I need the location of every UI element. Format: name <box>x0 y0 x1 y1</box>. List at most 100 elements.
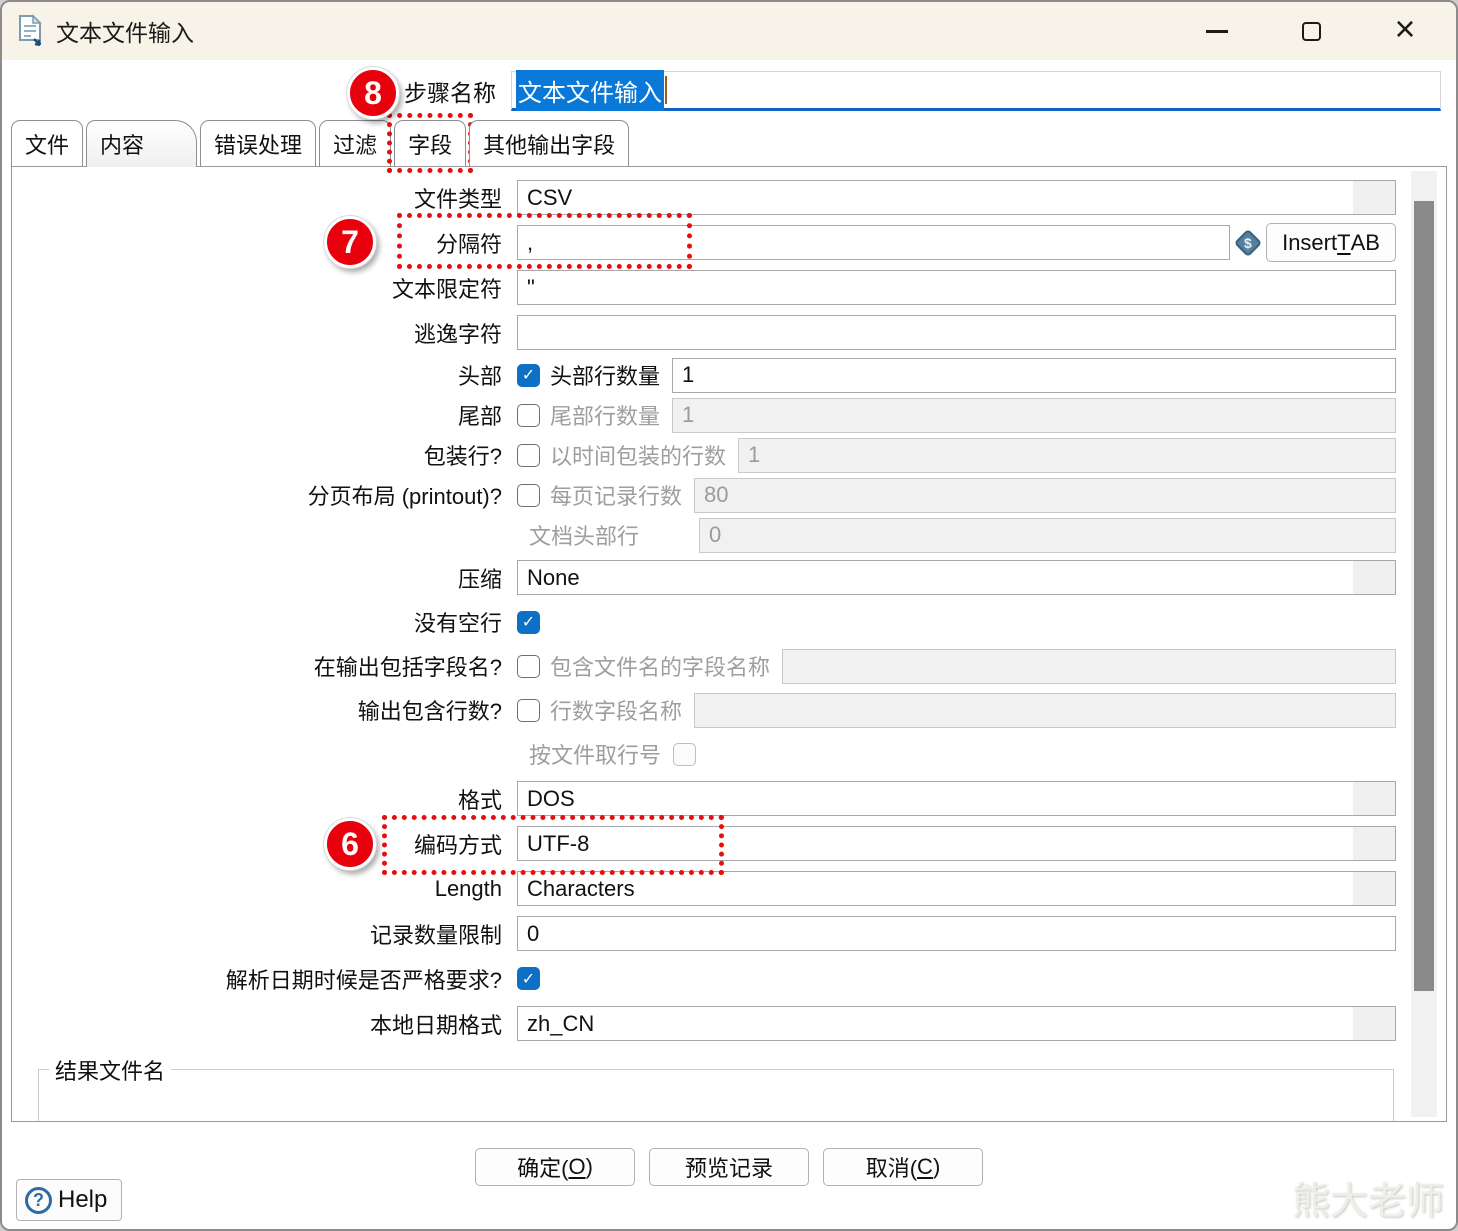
result-filename-label: 结果文件名 <box>49 1054 172 1086</box>
date-locale-label: 本地日期格式 <box>369 1012 502 1038</box>
row-row-limit: 记录数量限制 0 <box>12 911 1446 956</box>
row-rownum-by-file: 按文件取行号 <box>12 732 1446 776</box>
row-format: 格式 DOS <box>12 776 1446 821</box>
title-bar: 文本文件输入 × <box>2 2 1456 60</box>
vertical-scrollbar[interactable] <box>1411 171 1437 1117</box>
row-doc-header: 文档头部行 0 <box>12 515 1446 555</box>
text-caret <box>665 76 667 104</box>
result-filename-group: 结果文件名 <box>38 1054 1394 1121</box>
header-label: 头部 <box>457 364 502 389</box>
no-empty-rows-label: 没有空行 <box>413 611 502 636</box>
insert-tab-button[interactable]: Insert T AB <box>1266 223 1396 262</box>
tab-error-handling[interactable]: 错误处理 <box>200 120 317 166</box>
paged-lines-input: 80 <box>694 477 1396 513</box>
separator-input[interactable]: , <box>517 225 1230 260</box>
encoding-label: 编码方式 <box>413 832 502 858</box>
footer-checkbox[interactable] <box>517 403 540 427</box>
row-paged: 分页布局 (printout)? 每页记录行数 80 <box>12 475 1446 515</box>
row-include-rownum: 输出包含行数? 行数字段名称 <box>12 688 1446 732</box>
row-limit-input[interactable]: 0 <box>517 916 1396 951</box>
footer-lines-input: 1 <box>672 397 1396 433</box>
scrollbar-thumb[interactable] <box>1414 201 1434 991</box>
close-icon: × <box>1394 8 1416 49</box>
maximize-button[interactable] <box>1292 12 1330 50</box>
enclosure-label: 文本限定符 <box>391 276 502 302</box>
no-empty-rows-checkbox[interactable] <box>517 610 540 634</box>
text-file-input-icon <box>19 14 42 47</box>
header-lines-label: 头部行数量 <box>550 364 661 389</box>
file-type-combobox[interactable]: CSV <box>517 180 1396 215</box>
step-name-label: 步骤名称 <box>404 80 496 106</box>
rownum-field-label: 行数字段名称 <box>550 699 683 724</box>
rownum-by-file-label: 按文件取行号 <box>529 743 662 768</box>
row-file-type: 文件类型 CSV <box>12 175 1446 220</box>
row-separator: 分隔符 , $ Insert T AB <box>12 220 1446 265</box>
minimize-icon <box>1206 29 1228 33</box>
preview-button[interactable]: 预览记录 <box>649 1148 809 1186</box>
minimize-button[interactable] <box>1198 12 1236 50</box>
wrapped-checkbox[interactable] <box>517 443 540 467</box>
maximize-icon <box>1301 21 1321 41</box>
step-name-selected-text: 文本文件输入 <box>516 69 664 111</box>
step-name-row: 8 步骤名称 文本文件输入 <box>2 60 1456 122</box>
annotation-badge-8: 8 <box>347 67 399 119</box>
escape-label: 逃逸字符 <box>413 321 502 347</box>
tab-content[interactable]: 内容 <box>86 120 198 167</box>
tab-other-output-fields[interactable]: 其他输出字段 <box>469 120 630 166</box>
dropdown-button[interactable] <box>1353 1007 1395 1040</box>
rownum-by-file-checkbox <box>673 742 697 766</box>
escape-input[interactable] <box>517 315 1396 350</box>
dialog-footer: 确定(O) 预览记录 取消(C) ? Help 熊大老师 <box>2 1122 1456 1229</box>
doc-header-label: 文档头部行 <box>529 524 640 549</box>
format-value: DOS <box>527 785 575 811</box>
help-button[interactable]: ? Help <box>16 1179 123 1221</box>
compression-combobox[interactable]: None <box>517 560 1396 595</box>
row-no-empty-rows: 没有空行 <box>12 600 1446 644</box>
strict-dates-checkbox[interactable] <box>517 967 540 990</box>
footer-lines-label: 尾部行数量 <box>550 404 661 429</box>
length-label: Length <box>434 875 502 901</box>
close-button[interactable]: × <box>1386 8 1424 50</box>
row-length: Length Characters <box>12 866 1446 911</box>
filename-field-label: 包含文件名的字段名称 <box>550 655 771 680</box>
header-checkbox[interactable] <box>517 363 540 387</box>
file-type-value: CSV <box>527 184 573 210</box>
text-file-input-dialog: 文本文件输入 × 8 步骤名称 文本文件输入 文件 内容 错误处理 过滤 字段 … <box>0 0 1458 1231</box>
variable-icon[interactable]: $ <box>1233 228 1263 257</box>
include-rownum-checkbox[interactable] <box>517 698 540 722</box>
row-compression: 压缩 None <box>12 555 1446 600</box>
tab-file[interactable]: 文件 <box>11 120 84 166</box>
paged-checkbox[interactable] <box>517 483 540 507</box>
footer-label: 尾部 <box>457 404 502 429</box>
strict-dates-label: 解析日期时候是否严格要求? <box>225 967 502 993</box>
help-icon: ? <box>25 1186 52 1214</box>
step-name-input[interactable]: 文本文件输入 <box>511 69 1441 111</box>
header-lines-input[interactable]: 1 <box>672 357 1396 393</box>
dropdown-button[interactable] <box>1353 561 1395 594</box>
format-combobox[interactable]: DOS <box>517 781 1396 816</box>
include-filename-checkbox[interactable] <box>517 654 540 678</box>
length-value: Characters <box>527 875 635 901</box>
tab-fields[interactable]: 字段 <box>387 113 474 173</box>
date-locale-combobox[interactable]: zh_CN <box>517 1006 1396 1041</box>
tab-bar: 文件 内容 错误处理 过滤 字段 其他输出字段 <box>11 113 1456 173</box>
row-wrapped: 包装行? 以时间包装的行数 1 <box>12 435 1446 475</box>
dropdown-button[interactable] <box>1353 827 1395 860</box>
row-limit-label: 记录数量限制 <box>369 922 502 948</box>
length-combobox[interactable]: Characters <box>517 871 1396 906</box>
cancel-button[interactable]: 取消(C) <box>823 1148 983 1186</box>
dropdown-button[interactable] <box>1353 872 1395 905</box>
encoding-combobox[interactable]: UTF-8 <box>517 826 1396 861</box>
doc-header-input: 0 <box>699 517 1396 553</box>
ok-button[interactable]: 确定(O) <box>475 1148 635 1186</box>
window-title: 文本文件输入 <box>56 20 194 46</box>
row-encoding: 编码方式 UTF-8 <box>12 821 1446 866</box>
row-include-filename: 在输出包括字段名? 包含文件名的字段名称 <box>12 644 1446 688</box>
enclosure-input[interactable]: " <box>517 270 1396 305</box>
file-type-label: 文件类型 <box>413 186 502 212</box>
dropdown-button[interactable] <box>1353 181 1395 214</box>
date-locale-value: zh_CN <box>527 1010 595 1036</box>
tab-filter[interactable]: 过滤 <box>319 120 392 166</box>
row-escape: 逃逸字符 <box>12 310 1446 355</box>
dropdown-button[interactable] <box>1353 782 1395 815</box>
